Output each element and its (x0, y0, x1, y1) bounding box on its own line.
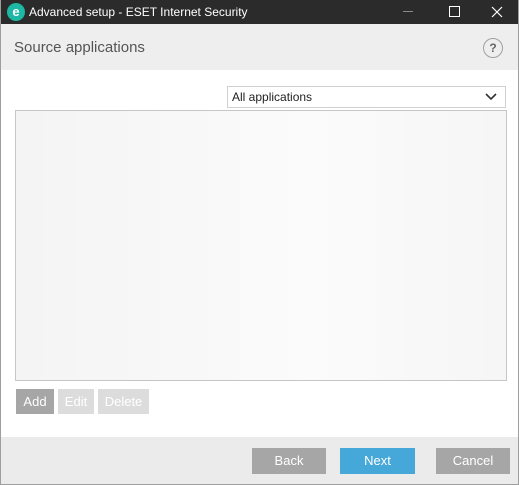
close-icon (491, 6, 503, 18)
page-header: Source applications ? (1, 24, 518, 70)
maximize-button[interactable] (431, 0, 477, 24)
chevron-down-icon (485, 93, 497, 101)
maximize-icon (449, 6, 460, 17)
back-button[interactable]: Back (252, 448, 326, 474)
eset-logo-icon: e (7, 3, 25, 21)
close-button[interactable] (473, 0, 519, 24)
next-button[interactable]: Next (340, 448, 415, 474)
dropdown-selected-value: All applications (232, 90, 313, 104)
page-title: Source applications (14, 39, 145, 56)
edit-button[interactable]: Edit (58, 389, 94, 414)
help-icon[interactable]: ? (483, 38, 503, 58)
application-filter-dropdown[interactable]: All applications (227, 86, 506, 108)
delete-button[interactable]: Delete (98, 389, 149, 414)
source-applications-list[interactable] (15, 110, 507, 381)
minimize-icon (403, 11, 413, 12)
title-bar[interactable]: e Advanced setup - ESET Internet Securit… (1, 0, 518, 24)
advanced-setup-window: e Advanced setup - ESET Internet Securit… (0, 0, 519, 485)
add-button[interactable]: Add (16, 389, 54, 414)
cancel-button[interactable]: Cancel (436, 448, 510, 474)
dialog-footer: Back Next Cancel (1, 437, 518, 484)
window-title: Advanced setup - ESET Internet Security (29, 5, 248, 19)
minimize-button[interactable] (385, 0, 431, 24)
